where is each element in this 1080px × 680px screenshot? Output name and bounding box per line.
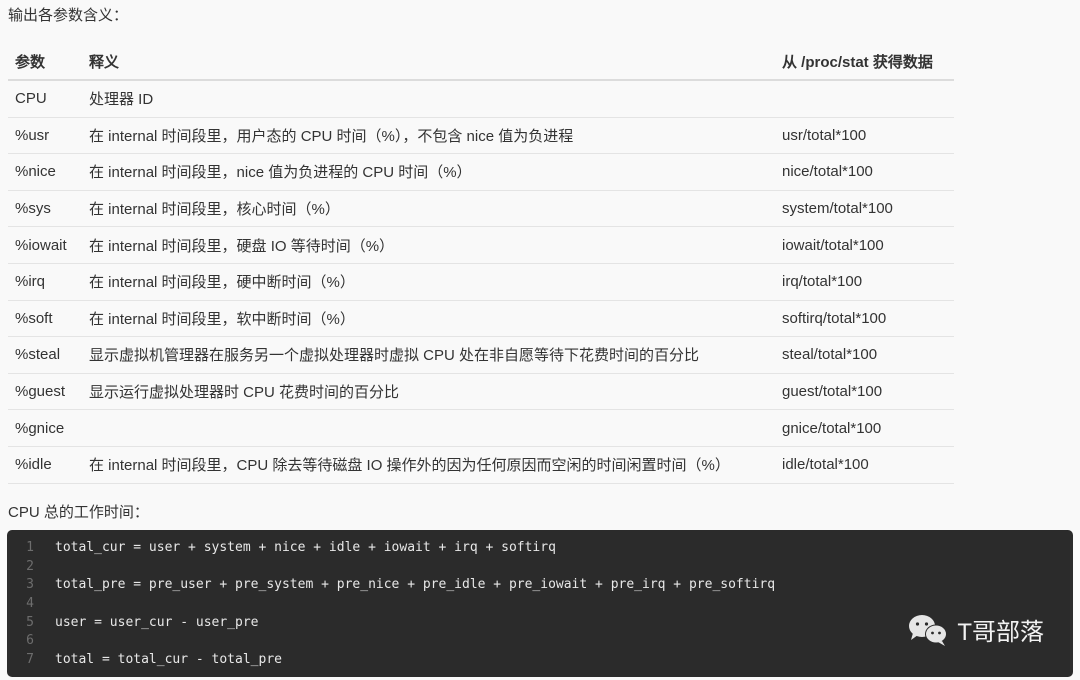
- param-cell: %sys: [8, 190, 82, 228]
- watermark: T哥部落: [907, 612, 1044, 647]
- line-number: 3: [26, 577, 34, 593]
- meaning-cell: 在 internal 时间段里，nice 值为负进程的 CPU 时间（%）: [82, 153, 775, 191]
- meaning-cell: 在 internal 时间段里，用户态的 CPU 时间（%），不包含 nice …: [82, 117, 775, 155]
- table-row: %sys 在 internal 时间段里，核心时间（%） system/total*…: [8, 190, 954, 228]
- code-line: 4: [7, 595, 1073, 614]
- line-number: 6: [26, 633, 34, 649]
- table-row: %irq 在 internal 时间段里，硬中断时间（%） irq/total*10…: [8, 263, 954, 301]
- table-row: %idle 在 internal 时间段里，CPU 除去等待磁盘 IO 操作外的因…: [8, 446, 954, 484]
- code-line: 7 total = total_cur - total_pre: [7, 651, 1073, 670]
- code-text: total = total_cur - total_pre: [55, 652, 282, 668]
- code-text: total_pre = pre_user + pre_system + pre_…: [55, 577, 776, 593]
- source-cell: usr/total*100: [775, 117, 954, 155]
- watermark-text: T哥部落: [957, 619, 1044, 646]
- table-row: %iowait 在 internal 时间段里，硬盘 IO 等待时间（%） iowa…: [8, 226, 954, 264]
- source-cell: idle/total*100: [775, 446, 954, 484]
- param-cell: %soft: [8, 300, 82, 338]
- meaning-cell: 显示运行虚拟处理器时 CPU 花费时间的百分比: [82, 373, 775, 411]
- table-row: %soft 在 internal 时间段里，软中断时间（%） softirq/tot…: [8, 300, 954, 338]
- line-number: 5: [26, 614, 34, 630]
- param-cell: %steal: [8, 336, 82, 374]
- section-label: CPU 总的工作时间：: [8, 504, 149, 521]
- param-cell: %idle: [8, 446, 82, 484]
- line-number: 1: [26, 540, 34, 555]
- line-number: 2: [26, 558, 34, 574]
- code-line: 3 total_pre = pre_user + pre_system + pre…: [7, 576, 1073, 595]
- param-cell: %usr: [8, 117, 82, 155]
- param-cell: %guest: [8, 373, 82, 411]
- param-cell: %irq: [8, 263, 82, 301]
- meaning-cell: 在 internal 时间段里，硬中断时间（%）: [82, 263, 775, 301]
- code-block: 1 total_cur = user + system + nice + idle…: [7, 530, 1073, 677]
- meaning-cell: 在 internal 时间段里，CPU 除去等待磁盘 IO 操作外的因为任何原因…: [82, 446, 775, 484]
- intro-text: 输出各参数含义：: [8, 7, 129, 24]
- source-cell: gnice/total*100: [775, 409, 954, 447]
- source-cell: guest/total*100: [775, 373, 954, 411]
- table-row: CPU 处理器 ID: [8, 80, 954, 118]
- meaning-cell: 在 internal 时间段里，核心时间（%）: [82, 190, 775, 228]
- source-cell: nice/total*100: [775, 153, 954, 191]
- header-param: 参数: [8, 43, 82, 81]
- code-text: user = user_cur - user_pre: [55, 614, 259, 630]
- source-cell: system/total*100: [775, 190, 954, 228]
- source-cell: iowait/total*100: [775, 226, 954, 264]
- code-line: 2: [7, 558, 1073, 577]
- code-text: total_cur = user + system + nice + idle …: [55, 540, 556, 555]
- params-table: 参数 释义 从 /proc/stat 获得数据 CPU 处理器 ID %usr 在 i…: [8, 43, 954, 484]
- table-row: %nice 在 internal 时间段里，nice 值为负进程的 CPU 时间（…: [8, 153, 954, 191]
- header-meaning: 释义: [82, 43, 775, 81]
- source-cell: irq/total*100: [775, 263, 954, 301]
- param-cell: CPU: [8, 80, 82, 118]
- source-cell: steal/total*100: [775, 336, 954, 374]
- wechat-icon: [909, 614, 948, 646]
- meaning-cell: 在 internal 时间段里，硬盘 IO 等待时间（%）: [82, 226, 775, 264]
- table-header-row: 参数 释义 从 /proc/stat 获得数据: [8, 43, 954, 81]
- line-number: 7: [26, 652, 34, 668]
- meaning-cell: 在 internal 时间段里，软中断时间（%）: [82, 300, 775, 338]
- table-row: %usr 在 internal 时间段里，用户态的 CPU 时间（%），不包含 n…: [8, 117, 954, 155]
- param-cell: %iowait: [8, 226, 82, 264]
- meaning-cell: [82, 409, 775, 447]
- table-row: %guest 显示运行虚拟处理器时 CPU 花费时间的百分比 guest/total…: [8, 373, 954, 411]
- meaning-cell: 处理器 ID: [82, 80, 775, 118]
- table-row: %steal 显示虚拟机管理器在服务另一个虚拟处理器时虚拟 CPU 处在非自愿等待…: [8, 336, 954, 374]
- source-cell: [775, 80, 954, 118]
- param-cell: %gnice: [8, 409, 82, 447]
- source-cell: softirq/total*100: [775, 300, 954, 338]
- table-row: %gnice gnice/total*100: [8, 409, 954, 447]
- param-cell: %nice: [8, 153, 82, 191]
- line-number: 4: [26, 596, 34, 612]
- code-line: 1 total_cur = user + system + nice + idle…: [7, 539, 1073, 558]
- header-source: 从 /proc/stat 获得数据: [775, 43, 954, 81]
- meaning-cell: 显示虚拟机管理器在服务另一个虚拟处理器时虚拟 CPU 处在非自愿等待下花费时间的…: [82, 336, 775, 374]
